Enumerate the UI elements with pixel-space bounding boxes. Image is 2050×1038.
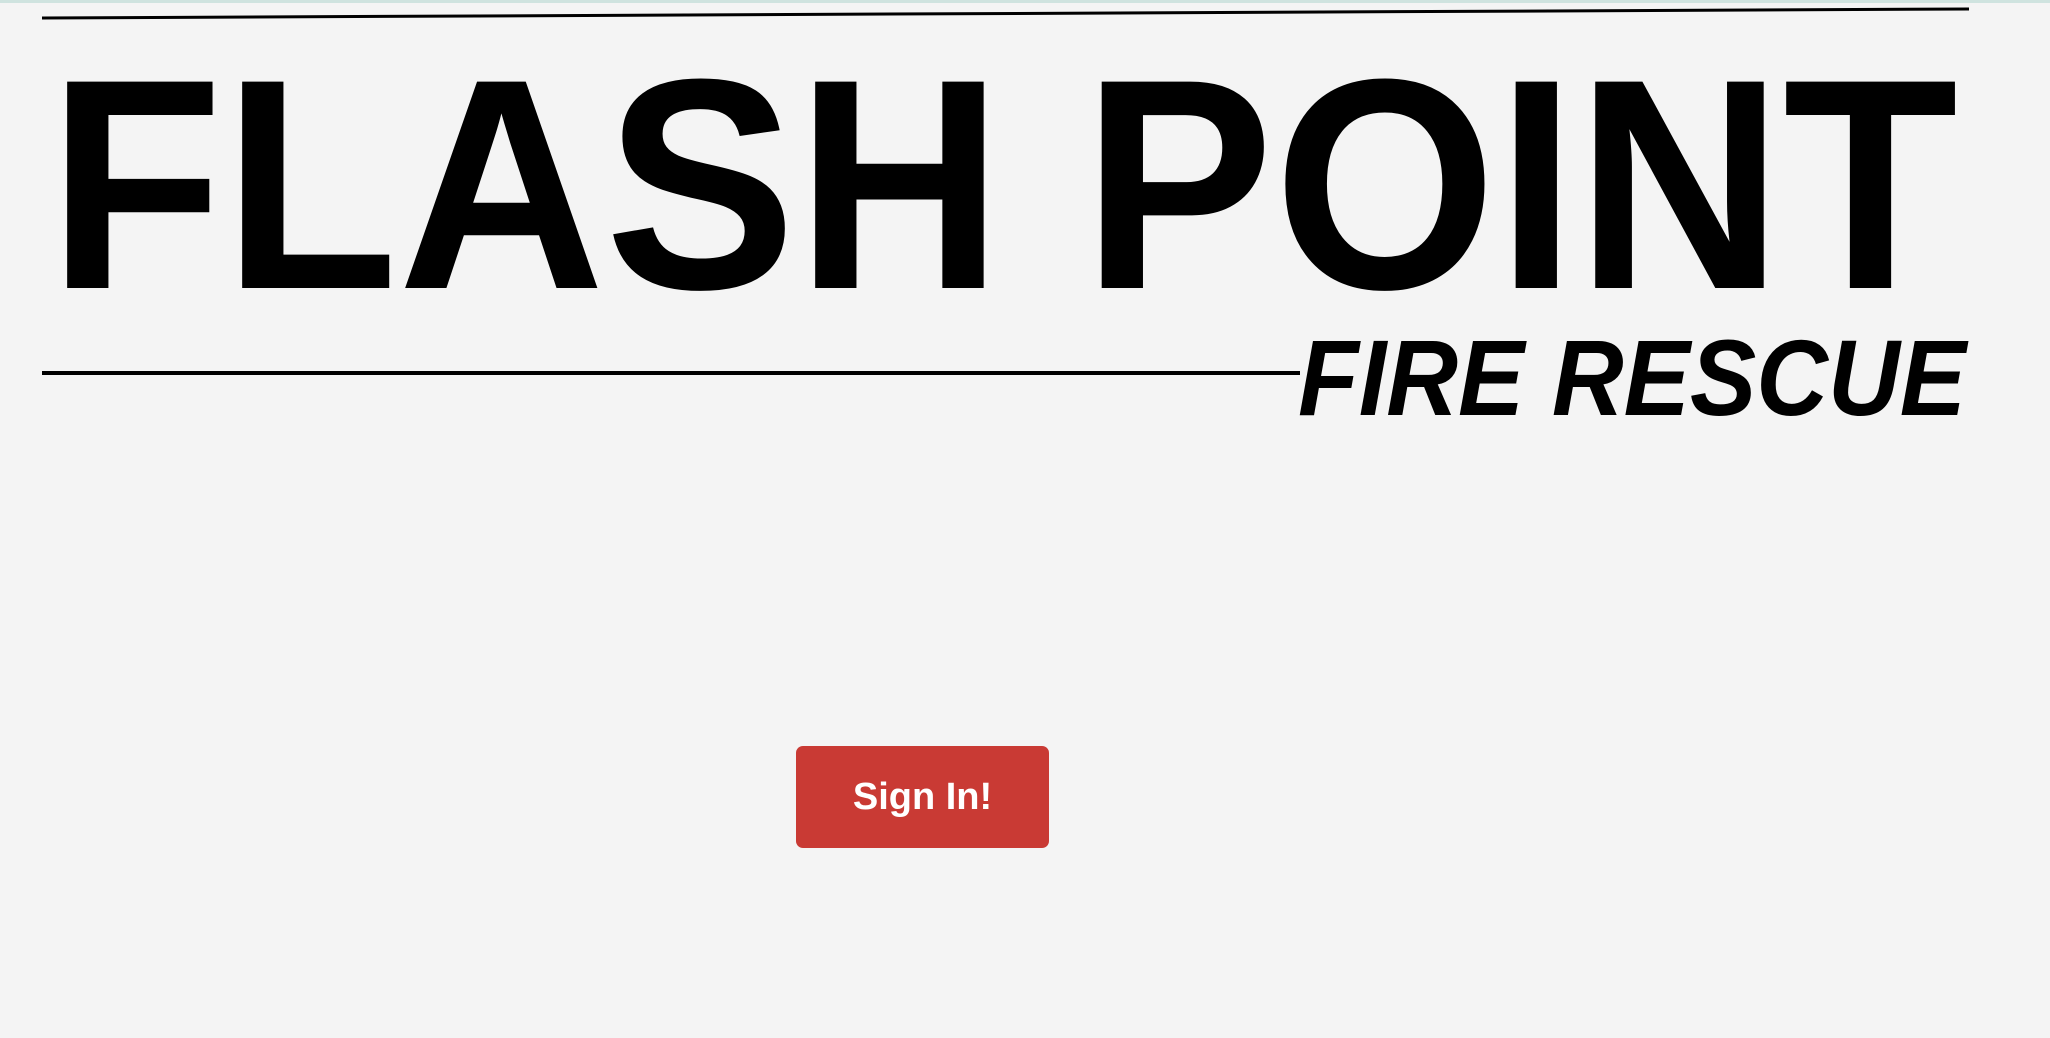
logo-subtitle: FIRE RESCUE [1298, 317, 1969, 438]
brand-logo-graphic: FLASH POINT FIRE RESCUE [41, 7, 1970, 438]
sign-in-button[interactable]: Sign In! [796, 746, 1049, 848]
logo-title: FLASH POINT [48, 16, 1958, 352]
brand-logo: FLASH POINT FIRE RESCUE [0, 0, 2050, 440]
